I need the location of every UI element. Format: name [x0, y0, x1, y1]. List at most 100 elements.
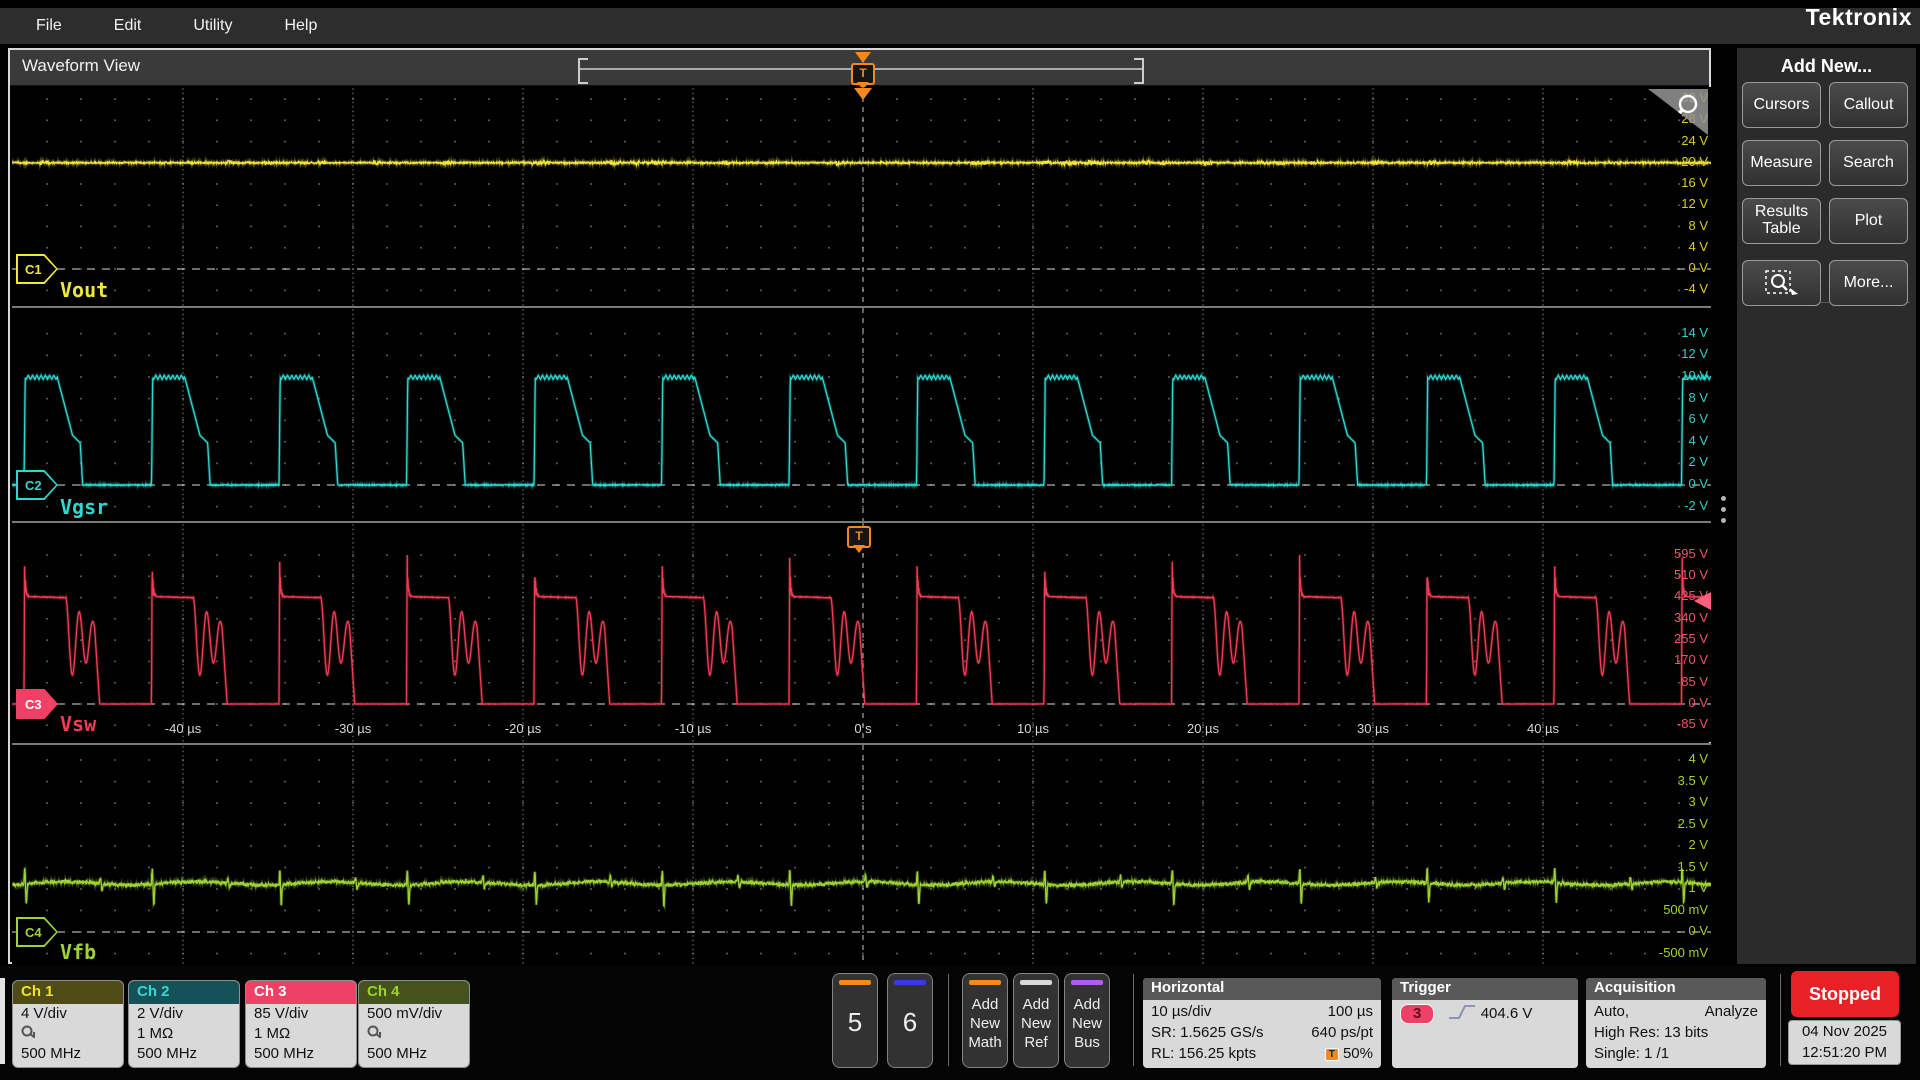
add-new-bus-button[interactable]: Add New Bus: [1064, 973, 1110, 1068]
channel-name-vsw: Vsw: [60, 712, 97, 736]
axis-tick-label: 0 V: [1688, 260, 1708, 275]
axis-tick-label: 170 V: [1674, 652, 1708, 668]
datetime-display: 04 Nov 2025 12:51:20 PM: [1788, 1020, 1901, 1065]
overview-left-bracket[interactable]: [578, 58, 588, 84]
axis-tick-label: 1.5 V: [1677, 858, 1708, 874]
horizontal-sample-rate: SR: 1.5625 GS/s: [1151, 1024, 1264, 1041]
axis-tick-label: 2 V: [1688, 837, 1708, 852]
overview-right-bracket[interactable]: [1134, 58, 1144, 84]
axis-tick-label: -2 V: [1684, 497, 1708, 513]
axis-tick-label: -500 mV: [1658, 944, 1708, 960]
horizontal-panel[interactable]: Horizontal 10 µs/div 100 µs SR: 1.5625 GS…: [1143, 978, 1381, 1068]
axis-tick-label: 6 V: [1688, 411, 1708, 427]
axis-tick-label: 4 V: [1688, 751, 1708, 766]
acquisition-panel[interactable]: Acquisition Auto, Analyze High Res: 13 bi…: [1586, 978, 1766, 1068]
axis-tick-label: 3 V: [1688, 794, 1708, 809]
plot-button[interactable]: Plot: [1829, 198, 1908, 244]
ch5-accent: [839, 980, 871, 985]
trigger-source-badge: 3: [1400, 1004, 1435, 1024]
tektronix-logo: Tektronix: [1805, 4, 1912, 30]
horizontal-scale: 10 µs/div: [1151, 1003, 1212, 1020]
acquisition-title: Acquisition: [1586, 978, 1766, 1000]
ch3-badge-header: Ch 3: [246, 981, 356, 1004]
acquisition-mode: Auto,: [1594, 1003, 1630, 1020]
ch3-badge[interactable]: Ch 3 85 V/div 1 MΩ 500 MHz: [245, 980, 357, 1068]
axis-tick-label: 595 V: [1674, 545, 1708, 561]
axis-tick-label: 1 V: [1688, 880, 1708, 895]
axis-tick-label: 4 V: [1688, 432, 1708, 448]
panel-splitter-grip[interactable]: [1719, 496, 1727, 530]
zoom-select-icon: [1764, 270, 1798, 295]
trigger-t-flag[interactable]: T: [847, 526, 871, 553]
menu-edit[interactable]: Edit: [114, 17, 142, 35]
ch3-bandwidth: 500 MHz: [254, 1045, 315, 1062]
acquisition-analyze: Analyze: [1704, 1003, 1758, 1020]
menu-bar: File Edit Utility Help: [0, 8, 1920, 44]
axis-tick-label: 510 V: [1674, 567, 1708, 583]
cursors-button[interactable]: Cursors: [1742, 82, 1821, 128]
menu-file[interactable]: File: [36, 17, 62, 35]
add-new-math-label: Add New Math: [968, 996, 1002, 1051]
menu-help[interactable]: Help: [284, 17, 317, 35]
results-table-button[interactable]: Results Table: [1742, 198, 1821, 244]
time-tick-label: -10 µs: [674, 721, 712, 736]
axis-tick-label: 12 V: [1681, 346, 1708, 362]
ch4-badge-header: Ch 4: [359, 981, 469, 1004]
axis-tick-label: 16 V: [1681, 175, 1708, 190]
ch6-button[interactable]: 6: [887, 973, 933, 1068]
add-new-math-button[interactable]: Add New Math: [962, 973, 1008, 1068]
ch4-bandwidth: 500 MHz: [367, 1045, 428, 1062]
left-drawer-handle[interactable]: [0, 978, 5, 1064]
ch4-badge[interactable]: Ch 4 500 mV/div 500 MHz: [358, 980, 470, 1068]
probe-icon: [367, 1025, 382, 1042]
more-button[interactable]: More...: [1829, 260, 1908, 306]
graticule-slice-svg: [12, 308, 1711, 521]
footer-separator: [1780, 974, 1781, 1066]
search-button[interactable]: Search: [1829, 140, 1908, 186]
ch2-badge[interactable]: Ch 2 2 V/div 1 MΩ 500 MHz: [128, 980, 240, 1068]
graticule-ch3[interactable]: [12, 523, 1711, 742]
graticule-slice-svg: [12, 87, 1711, 306]
ch5-label: 5: [847, 1007, 863, 1037]
axis-tick-label: 0 V: [1688, 476, 1708, 491]
graticule-ch1[interactable]: [12, 87, 1711, 306]
rising-edge-icon: [1448, 1005, 1475, 1019]
date-label: 04 Nov 2025: [1801, 1023, 1888, 1040]
ch1-bandwidth: 500 MHz: [21, 1045, 82, 1062]
overview-trigger-t-flag[interactable]: T: [851, 63, 875, 90]
axis-tick-label: 8 V: [1688, 217, 1708, 233]
axis-tick-label: 3.5 V: [1677, 772, 1708, 788]
footer-separator: [1133, 974, 1134, 1066]
axis-tick-label: 12 V: [1681, 196, 1708, 212]
ch6-label: 6: [902, 1007, 918, 1037]
run-state-button[interactable]: Stopped: [1791, 971, 1899, 1017]
callout-button[interactable]: Callout: [1829, 82, 1908, 128]
probe-icon: [21, 1025, 36, 1042]
axis-tick-label: 8 V: [1688, 389, 1708, 405]
waveform-view-title: Waveform View: [22, 56, 141, 75]
trigger-panel[interactable]: Trigger 3 404.6 V: [1392, 978, 1578, 1068]
ch4-coupling: [367, 1024, 469, 1044]
ch1-scale: 4 V/div: [21, 1005, 67, 1022]
add-new-ref-button[interactable]: Add New Ref: [1013, 973, 1059, 1068]
axis-tick-label: -85 V: [1676, 716, 1708, 732]
acquisition-detail: High Res: 13 bits: [1594, 1024, 1709, 1041]
axis-tick-label: 0 V: [1688, 695, 1708, 710]
time-tick-label: 30 µs: [1356, 721, 1390, 736]
zoom-mode-button[interactable]: [1742, 260, 1821, 306]
ch5-button[interactable]: 5: [832, 973, 878, 1068]
ch1-badge[interactable]: Ch 1 4 V/div 500 MHz: [12, 980, 124, 1068]
axis-tick-label: 2.5 V: [1677, 815, 1708, 831]
graticule-ch2[interactable]: [12, 308, 1711, 521]
graticule-ch4[interactable]: [12, 745, 1711, 965]
axis-tick-label: 2 V: [1688, 454, 1708, 470]
ch3-coupling: 1 MΩ: [254, 1025, 291, 1042]
overview-trigger-marker-icon[interactable]: [855, 52, 871, 63]
menu-utility[interactable]: Utility: [193, 17, 232, 35]
math-accent: [969, 980, 1001, 985]
axis-tick-label: 500 mV: [1663, 901, 1708, 917]
measure-button[interactable]: Measure: [1742, 140, 1821, 186]
ch2-scale: 2 V/div: [137, 1005, 183, 1022]
trigger-position-icon[interactable]: [854, 88, 872, 100]
waveform-view-panel[interactable]: Waveform View T 32 V28 V24 V20 V16 V12 V…: [8, 48, 1711, 965]
